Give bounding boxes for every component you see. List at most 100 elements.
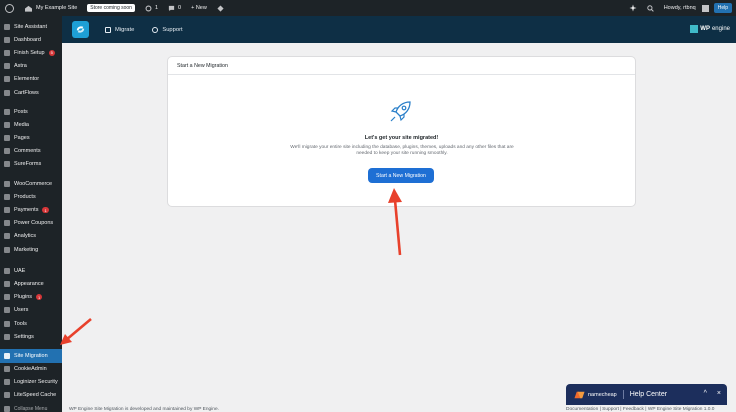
tools-icon [4, 320, 10, 327]
users-icon [4, 307, 10, 314]
sidebar-item-sureforms[interactable]: SureForms [0, 158, 62, 171]
sidebar-item-products[interactable]: Products [0, 190, 62, 203]
close-icon[interactable]: × [717, 390, 721, 397]
updates-icon [145, 5, 152, 11]
sidebar-item-label: Finish Setup [14, 49, 45, 56]
sidebar-item-tools[interactable]: Tools [0, 317, 62, 330]
admin-bar: My Example Site Store coming soon 1 0 + … [0, 0, 736, 16]
comments-icon [4, 148, 10, 155]
sidebar-item-label: Posts [14, 108, 28, 115]
products-icon [4, 193, 10, 200]
collapse-icon [4, 405, 10, 412]
cookie-icon [4, 366, 10, 373]
card-description: We'll migrate your entire site including… [290, 145, 514, 157]
annotation-arrow-button [388, 188, 402, 256]
admin-sidebar: Site Assistant Dashboard Finish Setup 5 Astr… [0, 16, 62, 412]
sidebar-item-appearance[interactable]: Appearance [0, 277, 62, 290]
sidebar-item-cartflows[interactable]: CartFlows [0, 86, 62, 99]
updates-link[interactable]: 1 [140, 0, 163, 16]
shield-icon [4, 379, 10, 386]
my-account-link[interactable]: Howdy, rtbnq [659, 0, 714, 16]
minimize-icon[interactable]: ^ [704, 390, 707, 397]
sidebar-item-label: Plugins [14, 294, 33, 301]
sidebar-item-label: SureForms [14, 161, 42, 168]
sidebar-item-comments[interactable]: Comments [0, 145, 62, 158]
sidebar-item-woocommerce[interactable]: WooCommerce [0, 177, 62, 190]
sidebar-item-label: Tools [14, 320, 27, 327]
sidebar-item-label: Collapse Menu [14, 405, 48, 412]
sidebar-item-label: Site Migration [14, 352, 48, 359]
sparkle-icon [629, 4, 637, 12]
sidebar-item-uae[interactable]: UAE [0, 264, 62, 277]
sidebar-item-plugins[interactable]: Plugins 1 [0, 291, 62, 304]
migrate-icon [105, 26, 111, 33]
start-migration-button[interactable]: Start a New Migration [368, 168, 434, 183]
pin-icon [4, 108, 10, 115]
notification-count-badge: 5 [48, 49, 55, 56]
site-name-link[interactable]: My Example Site [19, 0, 82, 16]
sidebar-item-settings[interactable]: Settings [0, 330, 62, 343]
sidebar-item-power-coupons[interactable]: Power Coupons [0, 217, 62, 230]
menu-separator [0, 256, 62, 264]
sidebar-item-pages[interactable]: Pages [0, 132, 62, 145]
sidebar-item-label: Dashboard [14, 36, 41, 43]
rocket-icon [390, 101, 411, 122]
migration-logo-icon[interactable] [72, 21, 89, 38]
sidebar-item-finish-setup[interactable]: Finish Setup 5 [0, 46, 62, 59]
dashboard-icon [4, 36, 10, 43]
sidebar-item-users[interactable]: Users [0, 304, 62, 317]
sidebar-item-litespeed-cache[interactable]: LiteSpeed Cache [0, 389, 62, 402]
nav-support-label: Support [162, 26, 183, 33]
astra-icon [4, 63, 10, 70]
sidebar-item-dashboard[interactable]: Dashboard [0, 33, 62, 46]
sidebar-item-marketing[interactable]: Marketing [0, 243, 62, 256]
sidebar-item-payments[interactable]: Payments 1 [0, 203, 62, 216]
sidebar-item-label: Marketing [14, 246, 39, 253]
sidebar-item-label: Payments [14, 207, 39, 214]
sidebar-item-label: Comments [14, 148, 41, 155]
cartflows-icon [4, 89, 10, 96]
sidebar-item-label: WooCommerce [14, 180, 53, 187]
sidebar-item-label: Analytics [14, 233, 37, 240]
footer-links[interactable]: Documentation | Support | Feedback | WP … [566, 407, 714, 412]
migration-card: Start a New Migration Let's get your sit… [167, 56, 636, 207]
wp-engine-brand-wp: WP [700, 26, 710, 32]
sidebar-item-posts[interactable]: Posts [0, 105, 62, 118]
ai-assistant-link[interactable] [624, 0, 642, 16]
sidebar-item-label: Pages [14, 135, 30, 142]
sidebar-item-cookieadmin[interactable]: CookieAdmin [0, 363, 62, 376]
plugin-toolbar-link[interactable] [212, 0, 229, 16]
sidebar-item-loginizer-security[interactable]: Loginizer Security [0, 376, 62, 389]
sidebar-item-label: CookieAdmin [14, 366, 47, 373]
card-heading: Start a New Migration [168, 57, 635, 75]
site-name: My Example Site [36, 5, 78, 11]
plugin-header: Migrate Support WP engine [62, 16, 736, 43]
search-link[interactable] [642, 0, 659, 16]
new-content-link[interactable]: + New [186, 0, 212, 16]
sidebar-item-astra[interactable]: Astra [0, 60, 62, 73]
sidebar-item-label: Astra [14, 63, 27, 70]
notification-count-badge: 1 [36, 294, 43, 301]
sidebar-item-elementor[interactable]: Elementor [0, 73, 62, 86]
help-button[interactable]: Help [713, 3, 732, 13]
wordpress-logo-icon[interactable] [0, 0, 19, 16]
appearance-icon [4, 280, 10, 287]
sidebar-item-site-assistant[interactable]: Site Assistant [0, 20, 62, 33]
sidebar-item-label: Site Assistant [14, 23, 48, 30]
sidebar-item-label: Settings [14, 333, 34, 340]
nav-support[interactable]: Support [152, 26, 183, 33]
updates-count: 1 [154, 5, 159, 11]
sidebar-item-media[interactable]: Media [0, 118, 62, 131]
notification-count-badge: 1 [42, 207, 49, 214]
store-status[interactable]: Store coming soon [82, 0, 140, 16]
sidebar-item-collapse-menu[interactable]: Collapse Menu [0, 402, 62, 412]
help-divider [622, 390, 624, 399]
comments-link[interactable]: 0 [163, 0, 186, 16]
sidebar-item-analytics[interactable]: Analytics [0, 230, 62, 243]
nav-migrate[interactable]: Migrate [105, 26, 134, 33]
sidebar-item-label: Appearance [14, 280, 44, 287]
marketing-icon [4, 246, 10, 253]
sidebar-item-site-migration[interactable]: Site Migration [0, 349, 62, 363]
sidebar-item-label: Elementor [14, 76, 40, 83]
help-center-widget[interactable]: namecheap Help Center ^ × [566, 384, 727, 405]
